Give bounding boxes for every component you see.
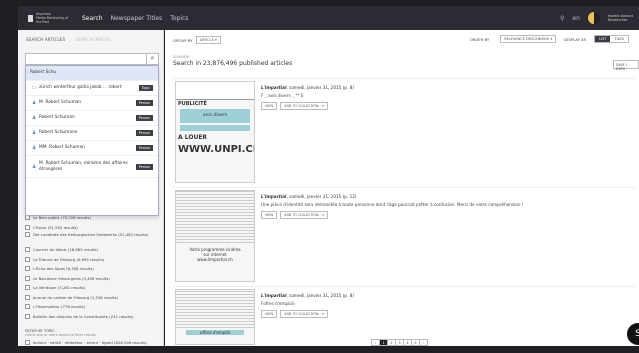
- filter-by-topic-hint: check one or more topics to filter resul…: [25, 333, 97, 337]
- main-nav: Search Newspaper Titles Topics: [82, 15, 188, 22]
- lightbulb-icon[interactable]: ⚲: [560, 15, 564, 22]
- language-selector[interactable]: en: [572, 15, 580, 22]
- suggestion-person[interactable]: ♟ Robert Schumann Person: [26, 126, 158, 141]
- facet-checkbox[interactable]: [25, 313, 30, 319]
- article-result: PUBLICITÉ avis divers A LOUER WWW.UNPI.C…: [173, 78, 635, 186]
- article-snippet: F _ avis divers _ ** E: [261, 93, 304, 98]
- facet-checkbox[interactable]: [25, 275, 30, 281]
- nav-topics[interactable]: Topics: [170, 15, 188, 22]
- article-title[interactable]: L'Impartial, samedi, janvier 31, 2015 (p…: [261, 293, 621, 298]
- results-panel: GROUP BY ARTICLE ▾ ORDER BY RELEVANCE DE…: [165, 30, 639, 346]
- article-title[interactable]: L'Impartial, samedi, janvier 31, 2015 (p…: [261, 194, 621, 199]
- article-result: Votre programme cinéma sur internet www.…: [173, 187, 635, 285]
- tab-search-articles[interactable]: SEARCH ARTICLES: [26, 37, 65, 48]
- impresso-logo[interactable]: Impresso Media Monitoring of the Past: [28, 12, 70, 24]
- facet-item[interactable]: Journal du canton de Fribourg (1,536 res…: [25, 293, 163, 303]
- facet-checkbox[interactable]: [25, 232, 30, 237]
- nav-newspaper-titles[interactable]: Newspaper Titles: [111, 15, 163, 22]
- person-badge: Person: [135, 163, 153, 170]
- search-summary: SUMMARY Search in 23,876,496 published a…: [173, 55, 292, 67]
- facet-item[interactable]: Le Narrateur fribourgeois (3,496 results…: [25, 274, 163, 284]
- facet-checkbox[interactable]: [25, 266, 30, 272]
- facet-item[interactable]: Bulletin des séances de la Constituante …: [25, 312, 163, 322]
- article-title[interactable]: L'Impartial, samedi, janvier 31, 2015 (p…: [261, 85, 621, 90]
- newspaper-facet-list: Le Bien public (70,228 results) L'Essor …: [25, 213, 163, 353]
- avatar[interactable]: [587, 12, 600, 24]
- suggestion-free-text[interactable]: Robert Schu: [26, 66, 158, 81]
- suggestion-topic[interactable]: ▭ zürich winterthur gallia jakob ... rob…: [26, 81, 158, 96]
- person-badge: Person: [135, 130, 153, 136]
- search-box: ⌕: [25, 53, 159, 73]
- page-next-button[interactable]: ›: [419, 339, 428, 346]
- top-navigation-bar: Impresso Media Monitoring of the Past Se…: [18, 6, 639, 30]
- suggestion-person[interactable]: ♟ M. Robert Schuman, ministre des affair…: [26, 156, 158, 178]
- tab-search-images[interactable]: SEARCH IMAGES: [75, 37, 111, 48]
- person-icon: ♟: [32, 100, 37, 106]
- person-icon: ♟: [32, 163, 37, 170]
- save-export-button[interactable]: SAVE / EXPO: [613, 60, 639, 71]
- facet-checkbox[interactable]: [25, 294, 30, 300]
- pagination: ‹ 1 2 3 4 5 ›: [371, 339, 428, 346]
- person-badge: Person: [135, 145, 153, 151]
- facet-item[interactable]: La Tribune de Fribourg (9,695 results): [25, 255, 163, 265]
- user-role: Researcher: [607, 18, 628, 22]
- group-by-select[interactable]: ARTICLE ▾: [195, 36, 221, 44]
- article-snippet: Fofres d'emploi): [261, 301, 295, 306]
- topic-facet-item[interactable]: lecteur · vérité · rédacteur · erreur · …: [25, 340, 163, 353]
- person-icon: ♟: [32, 130, 37, 136]
- facet-checkbox[interactable]: [25, 304, 30, 310]
- nav-search[interactable]: Search: [82, 15, 103, 22]
- facet-checkbox[interactable]: [25, 285, 30, 291]
- facet-item[interactable]: Courrier du Valais (18,685 results): [25, 245, 163, 255]
- facet-item[interactable]: Der Landbote des freiburgischen Seebezir…: [25, 232, 163, 245]
- view-button[interactable]: VIEW: [261, 102, 278, 110]
- add-to-collection-button[interactable]: ADD TO COLLECTION... ▾: [280, 102, 328, 110]
- suggestion-person[interactable]: ♟ MM. Robert Schuman Person: [26, 141, 158, 156]
- article-result: offres d'emploi L'Impartial, samedi, jan…: [173, 286, 635, 346]
- search-sidebar: SEARCH ARTICLES SEARCH IMAGES ⌕ Robert S…: [18, 30, 164, 346]
- display-as-label: DISPLAY AS: [564, 36, 587, 42]
- person-icon: ♟: [32, 115, 37, 121]
- person-badge: Person: [135, 100, 153, 106]
- logo-line2: Media Monitoring of the Past: [36, 16, 68, 24]
- add-to-collection-button[interactable]: ADD TO COLLECTION... ▾: [280, 211, 328, 219]
- facet-item[interactable]: L'Écho des Alpes (6,308 results): [25, 264, 163, 274]
- search-icon[interactable]: ⌕: [146, 53, 158, 65]
- person-badge: Person: [135, 115, 153, 121]
- summary-label: SUMMARY: [173, 55, 190, 59]
- suggestion-person[interactable]: ♟ M. Robert Schuman Person: [26, 96, 158, 111]
- view-button[interactable]: VIEW: [261, 310, 278, 318]
- article-thumbnail[interactable]: PUBLICITÉ avis divers A LOUER WWW.UNPI.C…: [175, 81, 255, 183]
- facet-checkbox[interactable]: [25, 340, 30, 345]
- display-tiles-button[interactable]: TILES: [610, 36, 628, 42]
- facet-item[interactable]: L'Essor (51,592 results): [25, 223, 163, 233]
- suggestion-person[interactable]: ♟ Robert Schuman Person: [26, 111, 158, 126]
- add-to-collection-button[interactable]: ADD TO COLLECTION... ▾: [280, 310, 328, 318]
- group-by-label: GROUP BY: [173, 37, 193, 43]
- article-thumbnail[interactable]: offres d'emploi: [175, 289, 255, 345]
- logo-mark-icon: [28, 14, 34, 22]
- display-list-button[interactable]: LIST: [595, 36, 611, 42]
- order-by-select[interactable]: RELEVANCE DESCENDING ▾: [500, 35, 557, 43]
- facet-checkbox[interactable]: [25, 215, 30, 221]
- order-by-label: ORDER BY: [469, 36, 490, 42]
- article-snippet: Une pièce d'identité sera demandée à tou…: [261, 202, 524, 207]
- topic-badge: Topic: [138, 85, 153, 91]
- display-toggle: LIST TILES: [594, 35, 629, 43]
- facet-item[interactable]: La Véridique (3,281 results): [25, 283, 163, 293]
- facet-checkbox[interactable]: [25, 224, 30, 230]
- facet-checkbox[interactable]: [25, 256, 30, 262]
- facet-item[interactable]: L'Observateur (778 results): [25, 302, 163, 312]
- autocomplete-dropdown: Robert Schu ▭ zürich winterthur gallia j…: [25, 65, 159, 216]
- topic-icon: ▭: [32, 85, 37, 91]
- summary-text: Search in 23,876,496 published articles: [173, 60, 293, 67]
- person-icon: ♟: [32, 145, 37, 151]
- article-thumbnail[interactable]: Votre programme cinéma sur internet www.…: [175, 190, 255, 282]
- facet-checkbox[interactable]: [25, 247, 30, 253]
- view-button[interactable]: VIEW: [261, 211, 278, 219]
